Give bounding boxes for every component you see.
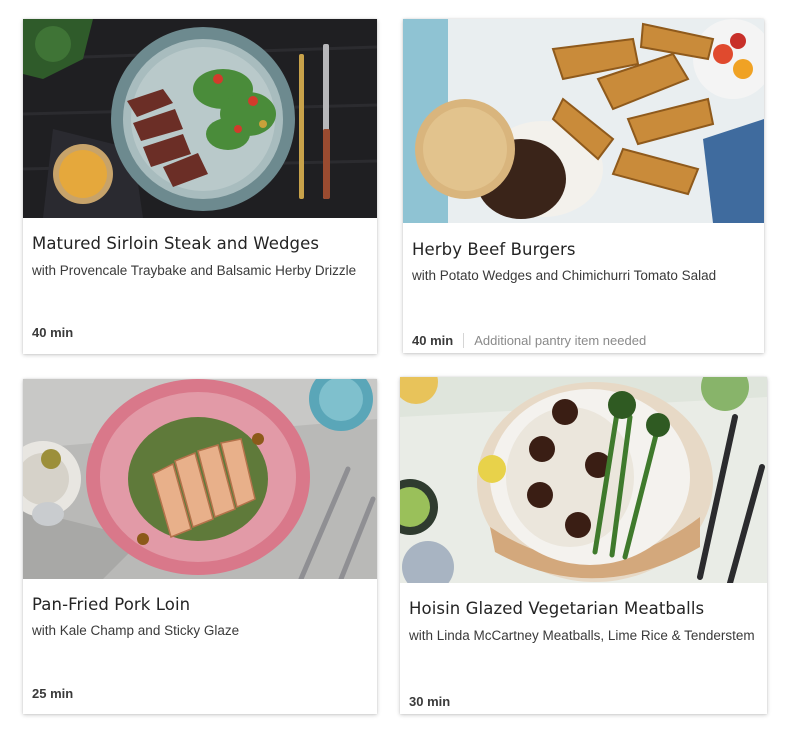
recipe-card-pork[interactable]: Pan-Fried Pork Loin with Kale Champ and … — [23, 379, 377, 714]
recipe-meta: 40 min Additional pantry item needed — [412, 333, 756, 348]
recipe-meta: 25 min — [32, 686, 369, 701]
cook-time: 25 min — [32, 686, 74, 701]
recipe-image-steak[interactable] — [23, 19, 377, 218]
cook-time: 40 min — [32, 325, 74, 340]
recipe-title[interactable]: Herby Beef Burgers — [412, 240, 756, 259]
recipe-subtitle: with Linda McCartney Meatballs, Lime Ric… — [409, 628, 755, 643]
recipe-card-meatballs[interactable]: Hoisin Glazed Vegetarian Meatballs with … — [400, 377, 767, 714]
recipe-meta: 30 min — [409, 694, 759, 709]
recipe-subtitle: with Provencale Traybake and Balsamic He… — [32, 263, 357, 278]
recipe-title[interactable]: Pan-Fried Pork Loin — [32, 595, 369, 614]
recipe-title[interactable]: Hoisin Glazed Vegetarian Meatballs — [409, 599, 759, 618]
cook-time: 40 min — [412, 333, 454, 348]
recipe-card-steak[interactable]: Matured Sirloin Steak and Wedges with Pr… — [23, 19, 377, 354]
recipe-image-burger[interactable] — [403, 19, 764, 223]
recipe-title[interactable]: Matured Sirloin Steak and Wedges — [32, 234, 369, 253]
pantry-note: Additional pantry item needed — [474, 333, 647, 348]
recipe-meta: 40 min — [32, 325, 369, 340]
cook-time: 30 min — [409, 694, 451, 709]
recipe-subtitle: with Kale Champ and Sticky Glaze — [32, 623, 240, 638]
recipe-card-burger[interactable]: Herby Beef Burgers with Potato Wedges an… — [403, 19, 764, 353]
recipe-image-meatballs[interactable] — [400, 377, 767, 583]
recipe-subtitle: with Potato Wedges and Chimichurri Tomat… — [412, 268, 717, 283]
meta-divider — [463, 333, 465, 348]
recipe-image-pork[interactable] — [23, 379, 377, 579]
